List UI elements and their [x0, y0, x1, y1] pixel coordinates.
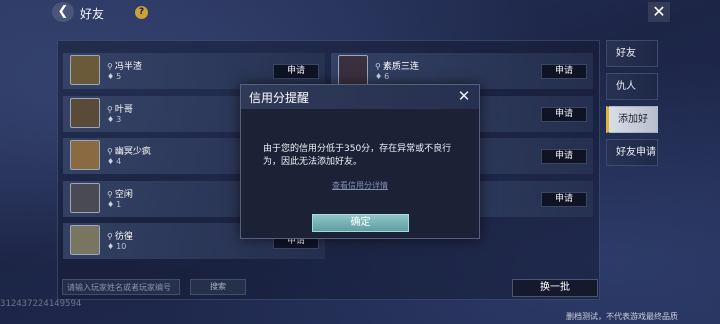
- player-name: 冯半渣: [114, 62, 142, 72]
- close-icon: ✕: [457, 87, 471, 105]
- apply-button[interactable]: 申请: [541, 192, 587, 207]
- apply-button[interactable]: 申请: [541, 107, 587, 122]
- top-bar: ❮ 好友 ? ✕: [0, 0, 720, 26]
- search-icon: ⚲: [107, 232, 113, 241]
- player-id: 312437224149594: [0, 299, 82, 309]
- level-icon: ♦: [375, 72, 383, 81]
- credit-detail-link[interactable]: 查看信用分详情: [241, 180, 479, 191]
- credit-alert-dialog: 信用分提醒 ✕ 由于您的信用分低于350分，存在异常或不良行为，因此无法添加好友…: [240, 84, 480, 239]
- back-button[interactable]: ❮: [52, 2, 74, 22]
- apply-button[interactable]: 申请: [541, 64, 587, 79]
- avatar[interactable]: [70, 225, 100, 255]
- avatar[interactable]: [338, 55, 368, 85]
- player-name: 叶哥: [114, 105, 133, 115]
- help-icon[interactable]: ?: [135, 6, 148, 19]
- close-icon: ✕: [652, 2, 666, 21]
- dialog-header: 信用分提醒 ✕: [241, 85, 479, 109]
- apply-button[interactable]: 申请: [541, 149, 587, 164]
- player-name: 空闲: [114, 190, 133, 200]
- player-count: 5: [116, 72, 122, 81]
- avatar[interactable]: [70, 140, 100, 170]
- player-count: 3: [116, 115, 122, 124]
- player-count: 1: [116, 200, 122, 209]
- search-input[interactable]: [62, 279, 180, 295]
- level-icon: ♦: [107, 200, 115, 209]
- player-name: 素质三连: [382, 62, 419, 72]
- dialog-close-button[interactable]: ✕: [455, 87, 473, 105]
- level-icon: ♦: [107, 157, 115, 166]
- avatar[interactable]: [70, 55, 100, 85]
- tab-add-friend[interactable]: 添加好友: [606, 106, 658, 150]
- search-button[interactable]: 搜索: [190, 279, 246, 295]
- player-name: 彷徨: [114, 232, 133, 242]
- player-count: 10: [116, 242, 127, 251]
- player-name: 幽冥少疯: [114, 147, 151, 157]
- player-count: 6: [384, 72, 390, 81]
- tab-friends[interactable]: 好友: [606, 40, 658, 67]
- search-icon: ⚲: [107, 147, 113, 156]
- dialog-title: 信用分提醒: [249, 91, 310, 105]
- footer-note: 删档测试，不代表游戏最终品质: [566, 312, 678, 321]
- confirm-button[interactable]: 确定: [312, 214, 409, 232]
- level-icon: ♦: [107, 242, 115, 251]
- close-button[interactable]: ✕: [648, 2, 670, 22]
- page-title: 好友: [80, 7, 105, 21]
- avatar[interactable]: [70, 183, 100, 213]
- dialog-message: 由于您的信用分低于350分，存在异常或不良行为，因此无法添加好友。: [263, 144, 452, 167]
- side-tabs: 好友 仇人 添加好友 好友申请: [606, 40, 658, 172]
- level-icon: ♦: [107, 72, 115, 81]
- avatar[interactable]: [70, 98, 100, 128]
- apply-button[interactable]: 申请: [273, 64, 319, 79]
- refresh-button[interactable]: 换一批: [512, 279, 598, 297]
- tab-enemies[interactable]: 仇人: [606, 73, 658, 100]
- level-icon: ♦: [107, 115, 115, 124]
- search-icon: ⚲: [375, 62, 381, 71]
- chevron-left-icon: ❮: [57, 4, 69, 19]
- tab-friend-requests[interactable]: 好友申请: [606, 139, 658, 166]
- player-count: 4: [116, 157, 122, 166]
- search-icon: ⚲: [107, 190, 113, 199]
- search-icon: ⚲: [107, 62, 113, 71]
- search-icon: ⚲: [107, 105, 113, 114]
